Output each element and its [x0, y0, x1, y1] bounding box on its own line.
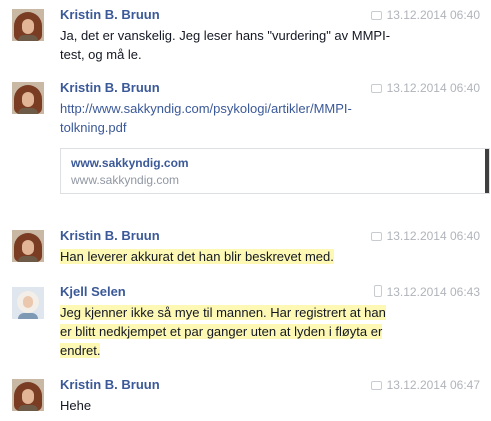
chat-icon — [370, 381, 382, 390]
message-text: Hehe — [60, 396, 440, 415]
text-line: Han leverer akkurat det han blir beskrev… — [60, 249, 334, 264]
preview-title[interactable]: www.sakkyndig.com — [71, 156, 189, 170]
text-line: endret. — [60, 343, 101, 358]
chat-icon — [370, 84, 382, 93]
phone-icon — [373, 285, 382, 297]
avatar[interactable] — [12, 82, 44, 114]
message-meta: 13.12.2014 06:40 — [370, 229, 480, 243]
sender-name[interactable]: Kristin B. Bruun — [60, 80, 160, 95]
text-line: test, og må le. — [60, 47, 142, 62]
sender-name[interactable]: Kristin B. Bruun — [60, 228, 160, 243]
message-text: Han leverer akkurat det han blir beskrev… — [60, 247, 440, 266]
timestamp: 13.12.2014 06:40 — [386, 81, 480, 95]
chat-icon — [370, 11, 382, 20]
avatar[interactable] — [12, 230, 44, 262]
avatar[interactable] — [12, 9, 44, 41]
message-text: Ja, det er vanskelig. Jeg leser hans "vu… — [60, 26, 440, 64]
message-meta: 13.12.2014 06:47 — [370, 378, 480, 392]
timestamp: 13.12.2014 06:40 — [386, 229, 480, 243]
link-line[interactable]: tolkning.pdf — [60, 118, 440, 137]
avatar[interactable] — [12, 287, 44, 319]
sender-name[interactable]: Kristin B. Bruun — [60, 7, 160, 22]
text-line: Ja, det er vanskelig. Jeg leser hans "vu… — [60, 28, 391, 43]
chat-icon — [370, 232, 382, 241]
link-preview-card[interactable]: www.sakkyndig.com www.sakkyndig.com — [60, 148, 490, 194]
text-line: er blitt nedkjempet et par ganger uten a… — [60, 324, 383, 339]
message-text: Jeg kjenner ikke så mye til mannen. Har … — [60, 303, 440, 360]
text-line: Hehe — [60, 398, 92, 413]
avatar[interactable] — [12, 379, 44, 411]
text-line: Jeg kjenner ikke så mye til mannen. Har … — [60, 305, 386, 320]
message-meta: 13.12.2014 06:40 — [370, 81, 480, 95]
message-meta: 13.12.2014 06:40 — [370, 8, 480, 22]
sender-name[interactable]: Kristin B. Bruun — [60, 377, 160, 392]
preview-domain: www.sakkyndig.com — [71, 173, 180, 187]
preview-thumbnail — [485, 149, 489, 193]
link-line[interactable]: http://www.sakkyndig.com/psykologi/artik… — [60, 99, 440, 118]
sender-name[interactable]: Kjell Selen — [60, 284, 126, 299]
timestamp: 13.12.2014 06:47 — [386, 378, 480, 392]
message-meta: 13.12.2014 06:43 — [373, 285, 480, 299]
timestamp: 13.12.2014 06:43 — [386, 285, 480, 299]
message-link[interactable]: http://www.sakkyndig.com/psykologi/artik… — [60, 99, 440, 137]
timestamp: 13.12.2014 06:40 — [386, 8, 480, 22]
